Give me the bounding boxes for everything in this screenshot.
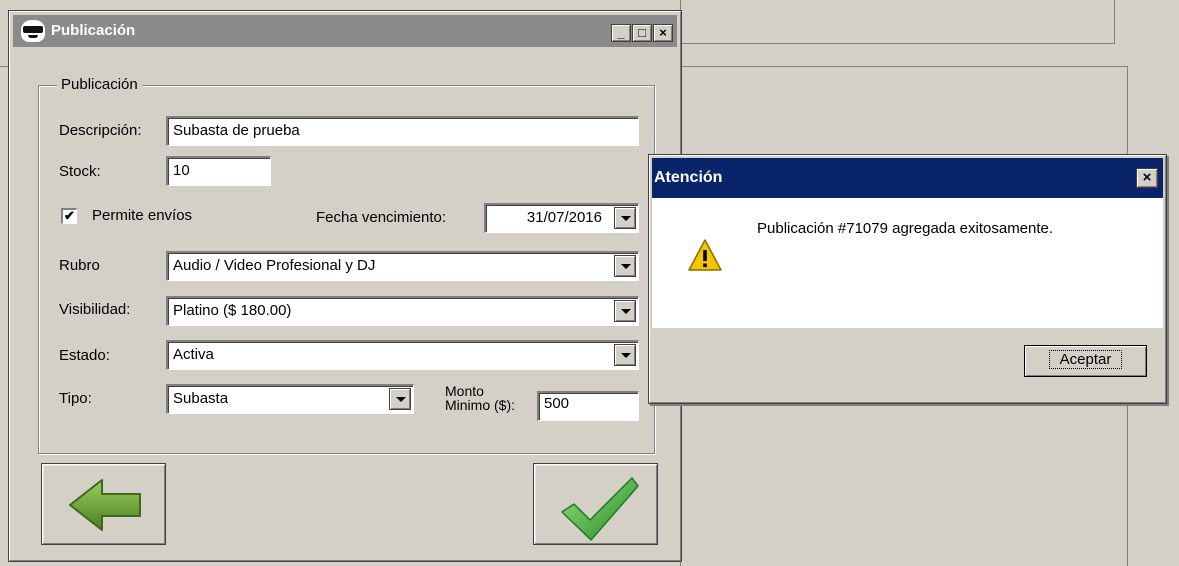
chevron-down-icon[interactable] — [389, 388, 411, 410]
minimize-button[interactable]: _ — [611, 24, 631, 42]
dialog-close-button[interactable]: × — [1136, 168, 1158, 188]
chevron-down-icon[interactable] — [614, 255, 636, 277]
window-titlebar[interactable]: Publicación _ □ × — [13, 15, 677, 47]
estado-label: Estado: — [59, 347, 110, 364]
permite-envios-label: Permite envíos — [92, 207, 193, 224]
window-title: Publicación — [51, 22, 136, 39]
aceptar-label: Aceptar — [1048, 350, 1123, 369]
dialog-body — [652, 198, 1163, 328]
stock-label: Stock: — [59, 163, 101, 180]
background-pane-top — [680, 0, 1115, 44]
monto-minimo-input[interactable]: 500 — [537, 391, 639, 421]
visibilidad-select[interactable]: Platino ($ 180.00) — [166, 296, 639, 326]
sunglasses-face-icon — [21, 20, 45, 42]
visibilidad-value: Platino ($ 180.00) — [173, 302, 292, 319]
warning-icon — [688, 239, 722, 271]
dialog-message: Publicación #71079 agregada exitosamente… — [757, 220, 1054, 237]
dialog-title: Atención — [654, 169, 723, 186]
aceptar-button[interactable]: Aceptar — [1024, 345, 1147, 377]
confirm-button[interactable] — [533, 463, 658, 545]
chevron-down-icon[interactable] — [614, 300, 636, 322]
tipo-value: Subasta — [173, 390, 229, 407]
rubro-label: Rubro — [59, 257, 100, 274]
back-arrow-icon — [69, 479, 141, 531]
fecha-vencimiento-picker[interactable]: 31/07/2016 — [484, 203, 639, 233]
chevron-down-icon[interactable] — [614, 207, 636, 229]
fecha-vencimiento-label: Fecha vencimiento: — [316, 209, 447, 226]
back-button[interactable] — [41, 463, 166, 545]
permite-envios-checkbox[interactable]: ✔ — [61, 208, 77, 224]
dialog-titlebar[interactable]: Atención × — [652, 158, 1163, 198]
visibilidad-label: Visibilidad: — [59, 301, 131, 318]
rubro-value: Audio / Video Profesional y DJ — [173, 257, 376, 274]
group-legend: Publicación — [57, 76, 142, 93]
maximize-button[interactable]: □ — [632, 24, 652, 42]
tipo-label: Tipo: — [59, 390, 92, 407]
checkmark-icon — [561, 477, 639, 541]
estado-value: Activa — [173, 346, 214, 363]
descripcion-input[interactable]: Subasta de prueba — [166, 116, 639, 146]
chevron-down-icon[interactable] — [614, 344, 636, 366]
fecha-vencimiento-value: 31/07/2016 — [526, 209, 602, 226]
atencion-dialog: Atención × Publicación #71079 agregada e… — [648, 154, 1167, 404]
monto-label-line2: Minimo ($): — [445, 397, 516, 413]
rubro-select[interactable]: Audio / Video Profesional y DJ — [166, 251, 639, 281]
estado-select[interactable]: Activa — [166, 340, 639, 370]
monto-minimo-label: Monto Minimo ($): — [445, 384, 515, 412]
descripcion-label: Descripción: — [59, 122, 142, 139]
close-button[interactable]: × — [653, 24, 673, 42]
tipo-select[interactable]: Subasta — [166, 384, 414, 414]
stock-input[interactable]: 10 — [166, 156, 271, 186]
